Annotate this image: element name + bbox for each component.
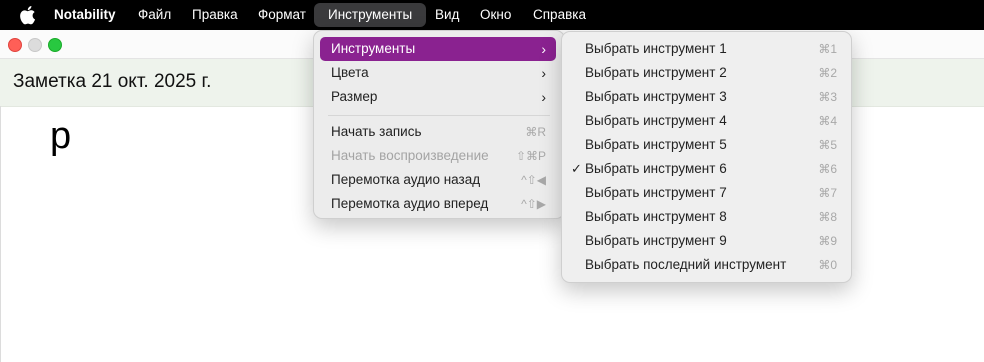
submenu-item-label: Выбрать инструмент 3	[585, 89, 727, 104]
submenu-item-tool-6[interactable]: ✓ Выбрать инструмент 6 ⌘6	[568, 157, 845, 181]
submenu-item-label: Выбрать инструмент 1	[585, 41, 727, 56]
menubar-app-name[interactable]: Notability	[54, 0, 116, 30]
menubar-window[interactable]: Окно	[480, 0, 511, 30]
submenu-item-shortcut: ⌘5	[818, 138, 837, 152]
submenu-item-shortcut: ⌘0	[818, 258, 837, 272]
submenu-item-shortcut: ⌘9	[818, 234, 837, 248]
menu-item-start-recording[interactable]: Начать запись ⌘R	[320, 120, 556, 144]
submenu-item-shortcut: ⌘4	[818, 114, 837, 128]
menu-bar: Notability Файл Правка Формат Инструмент…	[0, 0, 984, 30]
menu-item-shortcut: ^⇧◀	[521, 173, 546, 187]
submenu-item-label: Выбрать инструмент 8	[585, 209, 727, 224]
menu-item-forward-audio[interactable]: Перемотка аудио вперед ^⇧▶	[320, 192, 556, 216]
submenu-item-tool-3[interactable]: Выбрать инструмент 3 ⌘3	[568, 85, 845, 109]
menubar-help[interactable]: Справка	[533, 0, 586, 30]
submenu-item-tool-5[interactable]: Выбрать инструмент 5 ⌘5	[568, 133, 845, 157]
note-title[interactable]: Заметка 21 окт. 2025 г.	[13, 71, 211, 93]
menu-item-label: Цвета	[331, 65, 369, 80]
menu-item-label: Инструменты	[331, 41, 416, 56]
menu-separator	[328, 115, 550, 116]
submenu-item-shortcut: ⌘2	[818, 66, 837, 80]
submenu-item-tool-9[interactable]: Выбрать инструмент 9 ⌘9	[568, 229, 845, 253]
menu-item-tools[interactable]: Инструменты ›	[320, 37, 556, 61]
note-canvas-text: р	[50, 115, 72, 157]
submenu-item-shortcut: ⌘3	[818, 90, 837, 104]
minimize-window-button[interactable]	[28, 38, 42, 52]
submenu-item-label: Выбрать последний инструмент	[585, 257, 787, 272]
menu-item-label: Перемотка аудио вперед	[331, 196, 489, 211]
submenu-item-shortcut: ⌘7	[818, 186, 837, 200]
menu-item-rewind-audio[interactable]: Перемотка аудио назад ^⇧◀	[320, 168, 556, 192]
menu-item-label: Начать воспроизведение	[331, 148, 489, 163]
menu-item-shortcut: ⌘R	[525, 125, 546, 139]
zoom-window-button[interactable]	[48, 38, 62, 52]
checkmark-icon: ✓	[571, 161, 582, 176]
submenu-item-label: Выбрать инструмент 7	[585, 185, 727, 200]
submenu-item-shortcut: ⌘1	[818, 42, 837, 56]
menu-item-shortcut: ^⇧▶	[521, 197, 546, 211]
tools-submenu: Выбрать инструмент 1 ⌘1 Выбрать инструме…	[561, 31, 852, 283]
submenu-item-label: Выбрать инструмент 4	[585, 113, 727, 128]
menubar-format[interactable]: Формат	[258, 0, 306, 30]
menu-item-label: Начать запись	[331, 124, 422, 139]
menu-item-shortcut: ⇧⌘P	[515, 149, 546, 163]
tools-menu: Инструменты › Цвета › Размер › Начать за…	[313, 30, 565, 219]
submenu-item-shortcut: ⌘8	[818, 210, 837, 224]
menubar-file[interactable]: Файл	[138, 0, 171, 30]
chevron-right-icon: ›	[541, 41, 546, 57]
chevron-right-icon: ›	[541, 65, 546, 81]
submenu-item-shortcut: ⌘6	[818, 162, 837, 176]
submenu-item-label: Выбрать инструмент 9	[585, 233, 727, 248]
window-edge	[0, 106, 1, 362]
submenu-item-last-tool[interactable]: Выбрать последний инструмент ⌘0	[568, 253, 845, 277]
submenu-item-label: Выбрать инструмент 2	[585, 65, 727, 80]
menu-item-start-playback: Начать воспроизведение ⇧⌘P	[320, 144, 556, 168]
menubar-edit[interactable]: Правка	[192, 0, 238, 30]
menu-item-colors[interactable]: Цвета ›	[320, 61, 556, 85]
menubar-tools[interactable]: Инструменты	[314, 3, 427, 27]
menu-item-label: Перемотка аудио назад	[331, 172, 481, 187]
submenu-item-tool-1[interactable]: Выбрать инструмент 1 ⌘1	[568, 37, 845, 61]
apple-logo-icon[interactable]	[18, 5, 36, 25]
submenu-item-tool-7[interactable]: Выбрать инструмент 7 ⌘7	[568, 181, 845, 205]
menu-item-label: Размер	[331, 89, 378, 104]
submenu-item-label: Выбрать инструмент 5	[585, 137, 727, 152]
close-window-button[interactable]	[8, 38, 22, 52]
menu-item-size[interactable]: Размер ›	[320, 85, 556, 109]
submenu-item-tool-2[interactable]: Выбрать инструмент 2 ⌘2	[568, 61, 845, 85]
submenu-item-tool-4[interactable]: Выбрать инструмент 4 ⌘4	[568, 109, 845, 133]
submenu-item-label: Выбрать инструмент 6	[585, 161, 727, 176]
submenu-item-tool-8[interactable]: Выбрать инструмент 8 ⌘8	[568, 205, 845, 229]
chevron-right-icon: ›	[541, 89, 546, 105]
menubar-view[interactable]: Вид	[435, 0, 459, 30]
